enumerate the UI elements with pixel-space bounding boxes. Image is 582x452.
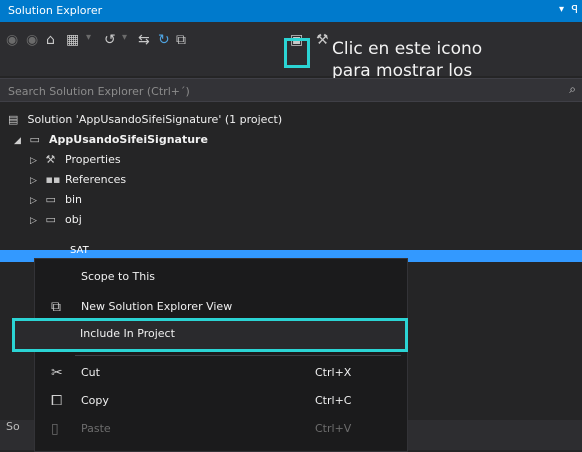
tree-row-references[interactable]: ▷ ▪▪ References — [30, 170, 126, 190]
menu-item-shortcut: Ctrl+C — [315, 394, 352, 407]
menu-item-label: Scope to This — [81, 270, 156, 283]
search-icon[interactable]: ⌕ — [569, 82, 576, 97]
dropdown-icon[interactable]: ▾ — [559, 4, 564, 15]
wrench-icon: ⚒ — [45, 153, 56, 166]
menu-item-shortcut: Ctrl+X — [315, 366, 352, 379]
pin-icon[interactable]: ꟼ — [571, 3, 578, 16]
properties-wrench-icon[interactable]: ⚒ — [316, 32, 329, 48]
menu-item-label: Cut — [81, 366, 100, 379]
switch-views-icon[interactable]: ▦ — [66, 32, 79, 48]
menu-item-label: Paste — [81, 422, 111, 435]
menu-item-paste[interactable]: ▯ Paste Ctrl+V — [35, 415, 407, 443]
menu-separator — [75, 355, 401, 356]
tree-row-bin[interactable]: ▷ ▭ bin — [30, 190, 82, 210]
solution-icon: ▤ — [8, 113, 19, 126]
dropdown-chevron-icon[interactable]: ▾ — [86, 32, 91, 43]
context-menu: Scope to This ⧉ New Solution Explorer Vi… — [34, 258, 408, 452]
home-icon[interactable]: ⌂ — [46, 32, 55, 48]
folder-icon: ▭ — [45, 193, 56, 206]
window-title: Solution Explorer — [8, 4, 103, 17]
solution-label: Solution 'AppUsandoSifeiSignature' (1 pr… — [27, 113, 283, 126]
menu-item-label: New Solution Explorer View — [81, 300, 233, 313]
back-icon[interactable]: ◉ — [6, 32, 18, 48]
show-all-files-highlight — [284, 38, 310, 68]
tree-row-obj[interactable]: ▷ ▭ obj — [30, 210, 82, 230]
tree-row-properties[interactable]: ▷ ⚒ Properties — [30, 150, 121, 170]
menu-item-scope-to-this[interactable]: Scope to This — [35, 263, 407, 291]
menu-item-shortcut: Ctrl+V — [315, 422, 352, 435]
menu-item-new-view[interactable]: ⧉ New Solution Explorer View — [35, 293, 407, 321]
menu-item-label: Copy — [81, 394, 109, 407]
dropdown-chevron-icon[interactable]: ▾ — [122, 32, 127, 43]
tree-item-label: obj — [65, 213, 82, 226]
menu-item-label: Include In Project — [80, 327, 175, 340]
window-title-bar: Solution Explorer ▾ ꟼ — [0, 0, 582, 22]
tree-item-label: Properties — [65, 153, 121, 166]
folder-icon: ▭ — [45, 213, 56, 226]
search-bar: ⌕ — [0, 78, 582, 102]
collapsed-arrow-icon[interactable]: ▷ — [30, 191, 42, 211]
tree-row-project[interactable]: ◢ ▭ AppUsandoSifeiSignature — [14, 130, 208, 150]
sync-icon[interactable]: ⇆ — [138, 32, 150, 48]
selected-item-label: SAT — [70, 245, 89, 256]
tree-item-label: bin — [65, 193, 83, 206]
references-icon: ▪▪ — [45, 173, 61, 186]
menu-item-cut[interactable]: ✂ Cut Ctrl+X — [35, 359, 407, 387]
paste-icon: ▯ — [51, 421, 59, 437]
refresh-icon[interactable]: ↻ — [158, 32, 170, 48]
collapsed-arrow-icon[interactable]: ▷ — [30, 211, 42, 231]
tree-item-label: References — [65, 173, 127, 186]
menu-item-include-in-project[interactable]: Include In Project — [12, 318, 408, 352]
scissors-icon: ✂ — [51, 365, 63, 381]
forward-icon[interactable]: ◉ — [26, 32, 38, 48]
expanded-arrow-icon[interactable]: ◢ — [14, 131, 26, 151]
bottom-tab[interactable]: So — [6, 420, 20, 433]
tree-row-solution[interactable]: ▤ Solution 'AppUsandoSifeiSignature' (1 … — [8, 110, 282, 130]
search-input[interactable] — [6, 82, 340, 100]
csharp-project-icon: ▭ — [29, 133, 40, 146]
project-label: AppUsandoSifeiSignature — [49, 133, 208, 146]
menu-item-copy[interactable]: ⧠ Copy Ctrl+C — [35, 387, 407, 415]
collapse-icon[interactable]: ⧉ — [176, 32, 186, 48]
collapsed-arrow-icon[interactable]: ▷ — [30, 151, 42, 171]
new-view-icon: ⧉ — [51, 299, 61, 315]
collapsed-arrow-icon[interactable]: ▷ — [30, 171, 42, 191]
history-icon[interactable]: ↺ — [104, 32, 116, 48]
copy-icon: ⧠ — [51, 393, 63, 409]
